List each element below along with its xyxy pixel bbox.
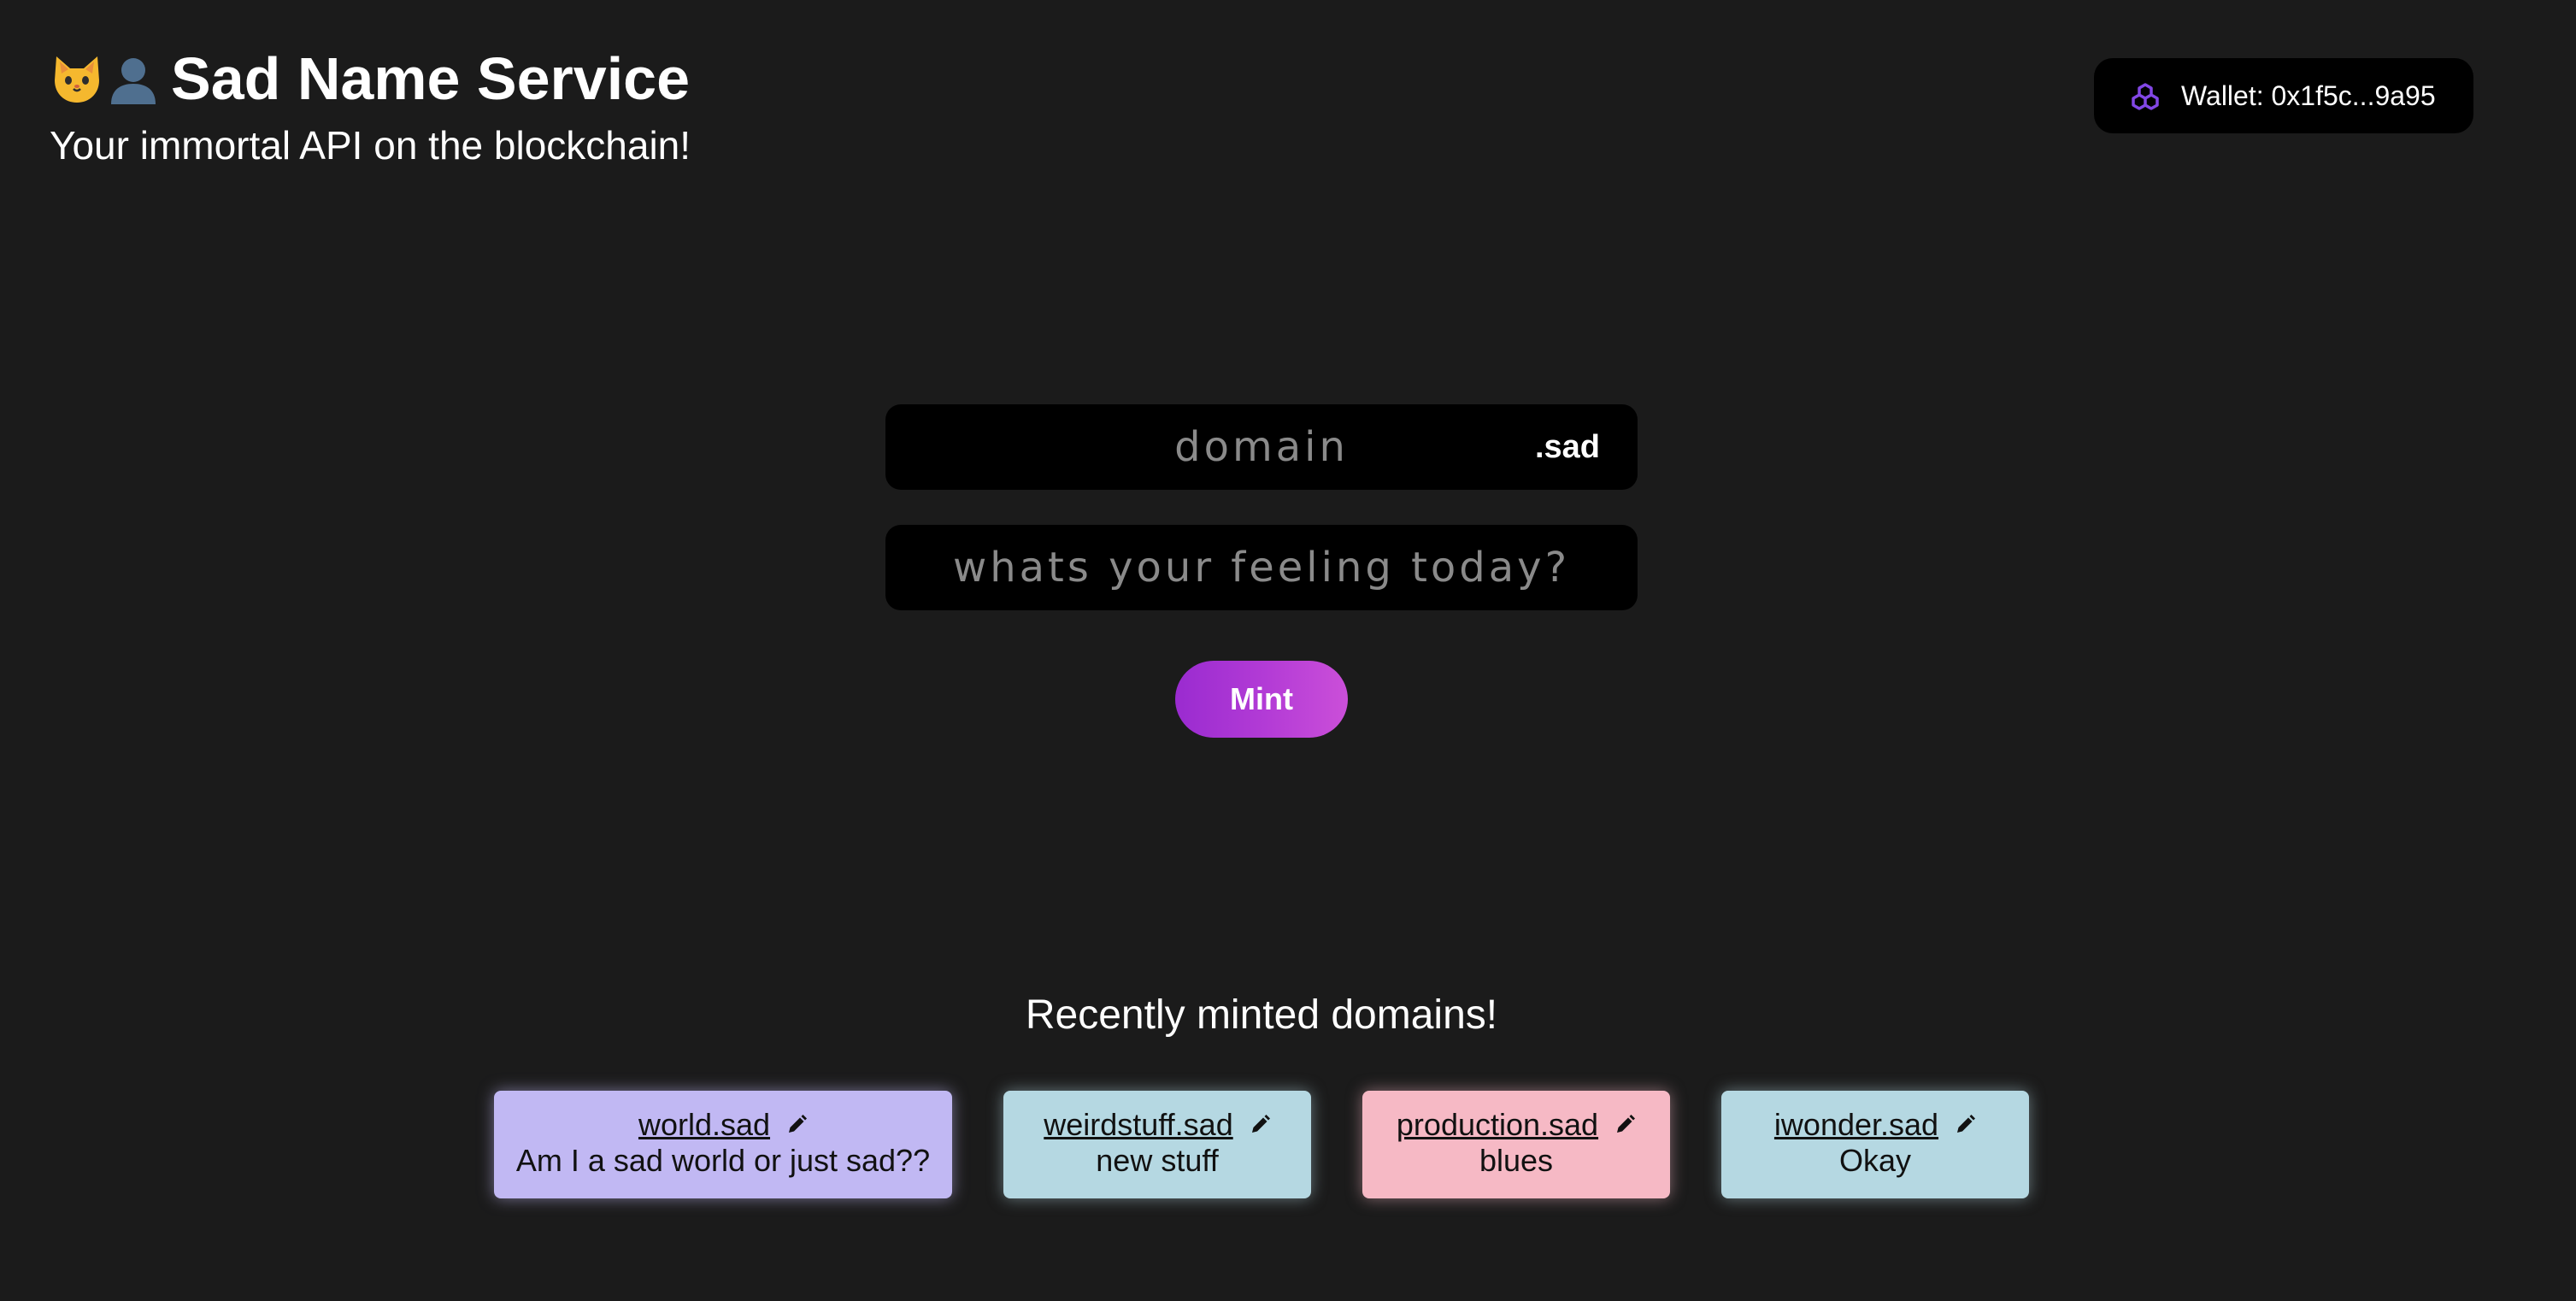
tld-suffix: .sad — [1534, 429, 1600, 465]
record-field — [885, 525, 1638, 610]
domain-record: new stuff — [1096, 1143, 1219, 1178]
app-page: Sad Name Service Your immortal API on th… — [0, 0, 2576, 1301]
domain-card: iwonder.sad Okay — [1721, 1091, 2029, 1198]
cat-face-icon — [55, 56, 99, 103]
card-header: weirdstuff.sad — [1003, 1107, 1311, 1143]
pencil-icon[interactable] — [785, 1114, 808, 1136]
card-header: iwonder.sad — [1721, 1107, 2029, 1143]
domain-link[interactable]: world.sad — [638, 1107, 770, 1143]
domain-link[interactable]: production.sad — [1397, 1107, 1598, 1143]
title-row: Sad Name Service — [50, 43, 691, 115]
domain-record: Okay — [1838, 1143, 1912, 1178]
domain-input[interactable] — [885, 422, 1638, 472]
app-title: Sad Name Service — [171, 45, 691, 112]
domain-record: blues — [1479, 1143, 1554, 1178]
pencil-icon[interactable] — [1249, 1114, 1271, 1136]
domain-card: production.sad blues — [1362, 1091, 1670, 1198]
domain-record: Am I a sad world or just sad?? — [515, 1143, 931, 1178]
mint-button[interactable]: Mint — [1175, 661, 1348, 738]
app-subtitle: Your immortal API on the blockchain! — [50, 123, 691, 168]
card-header: world.sad — [494, 1107, 952, 1143]
recent-heading: Recently minted domains! — [1025, 992, 1498, 1038]
wallet-address: Wallet: 0x1f5c...9a95 — [2181, 79, 2436, 111]
record-input[interactable] — [885, 543, 1638, 592]
card-header: production.sad — [1362, 1107, 1670, 1143]
domain-link[interactable]: iwonder.sad — [1774, 1107, 1938, 1143]
wallet-badge[interactable]: Wallet: 0x1f5c...9a95 — [2094, 58, 2473, 133]
bust-in-silhouette-icon — [111, 58, 156, 104]
domain-card: world.sad Am I a sad world or just sad?? — [494, 1091, 952, 1198]
header: Sad Name Service Your immortal API on th… — [50, 43, 691, 171]
domain-field: .sad — [885, 404, 1638, 490]
domain-link[interactable]: weirdstuff.sad — [1044, 1107, 1232, 1143]
pencil-icon[interactable] — [1954, 1114, 1976, 1136]
polygon-icon — [2132, 83, 2159, 110]
domain-card: weirdstuff.sad new stuff — [1003, 1091, 1311, 1198]
pencil-icon[interactable] — [1614, 1114, 1636, 1136]
